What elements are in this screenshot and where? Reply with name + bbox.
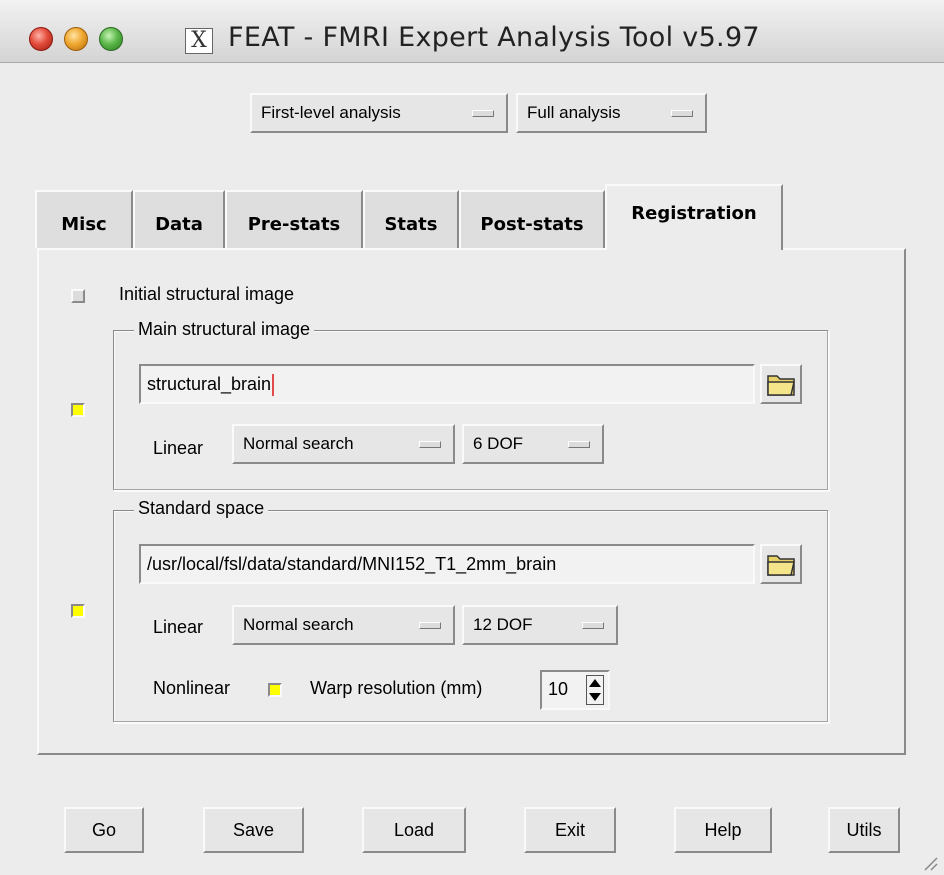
tab-misc[interactable]: Misc — [35, 190, 133, 248]
tab-stats[interactable]: Stats — [363, 190, 459, 248]
warp-resolution-value: 10 — [548, 679, 569, 699]
option-menu-indicator-icon — [582, 622, 604, 629]
initial-structural-label: Initial structural image — [119, 284, 295, 304]
tab-label: Pre-stats — [247, 214, 341, 235]
analysis-type-value: Full analysis — [527, 103, 621, 122]
window-title: FEAT - FMRI Expert Analysis Tool v5.97 — [228, 22, 760, 53]
tab-registration[interactable]: Registration — [605, 184, 783, 250]
tab-data[interactable]: Data — [133, 190, 225, 248]
help-button[interactable]: Help — [674, 807, 772, 853]
zoom-window-button[interactable] — [99, 27, 123, 51]
nonlinear-checkbox[interactable] — [268, 683, 282, 697]
standard-space-checkbox[interactable] — [71, 604, 85, 618]
load-button[interactable]: Load — [362, 807, 466, 853]
tab-label: Post-stats — [480, 214, 584, 235]
analysis-level-menu[interactable]: First-level analysis — [250, 93, 508, 133]
analysis-level-value: First-level analysis — [261, 103, 401, 122]
tab-post-stats[interactable]: Post-stats — [459, 190, 605, 248]
resize-grip-icon[interactable] — [920, 853, 938, 871]
nonlinear-label: Nonlinear — [153, 678, 231, 698]
tab-label: Data — [155, 214, 203, 235]
go-button[interactable]: Go — [64, 807, 144, 853]
standard-space-path-input[interactable]: /usr/local/fsl/data/standard/MNI152_T1_2… — [139, 544, 755, 584]
option-menu-indicator-icon — [568, 441, 590, 448]
standard-space-path-value: /usr/local/fsl/data/standard/MNI152_T1_2… — [147, 554, 557, 574]
initial-structural-checkbox[interactable] — [71, 289, 85, 303]
warp-resolution-spinbox[interactable]: 10 — [540, 670, 610, 710]
standard-dof-menu[interactable]: 12 DOF — [462, 605, 618, 645]
close-window-button[interactable] — [29, 27, 53, 51]
standard-search-menu[interactable]: Normal search — [232, 605, 455, 645]
main-structural-path-input[interactable]: structural_brain — [139, 364, 755, 404]
tab-label: Registration — [631, 203, 757, 224]
main-dof-menu[interactable]: 6 DOF — [462, 424, 604, 464]
tab-label: Stats — [384, 214, 438, 235]
option-menu-indicator-icon — [419, 441, 441, 448]
standard-linear-label: Linear — [153, 617, 204, 637]
standard-space-browse-button[interactable] — [760, 544, 802, 584]
main-structural-checkbox[interactable] — [71, 403, 85, 417]
utils-button[interactable]: Utils — [828, 807, 900, 853]
standard-space-title: Standard space — [134, 498, 269, 519]
main-linear-label: Linear — [153, 438, 204, 458]
main-dof-value: 6 DOF — [473, 434, 524, 453]
folder-icon — [767, 555, 795, 576]
main-structural-path-value: structural_brain — [147, 374, 272, 394]
option-menu-indicator-icon — [671, 110, 693, 117]
minimize-window-button[interactable] — [64, 27, 88, 51]
main-structural-title: Main structural image — [134, 319, 315, 340]
standard-dof-value: 12 DOF — [473, 615, 533, 634]
warp-resolution-label: Warp resolution (mm) — [310, 678, 483, 698]
main-structural-frame — [113, 330, 829, 491]
standard-search-value: Normal search — [243, 615, 354, 634]
option-menu-indicator-icon — [419, 622, 441, 629]
save-button[interactable]: Save — [203, 807, 304, 853]
tab-pre-stats[interactable]: Pre-stats — [225, 190, 363, 248]
tab-label: Misc — [61, 214, 107, 235]
analysis-type-menu[interactable]: Full analysis — [516, 93, 707, 133]
option-menu-indicator-icon — [472, 110, 494, 117]
spin-arrows-icon[interactable] — [586, 675, 604, 705]
exit-button[interactable]: Exit — [524, 807, 616, 853]
main-search-menu[interactable]: Normal search — [232, 424, 455, 464]
main-structural-browse-button[interactable] — [760, 364, 802, 404]
x11-app-icon: X — [185, 28, 213, 54]
main-search-value: Normal search — [243, 434, 354, 453]
folder-icon — [767, 375, 795, 396]
text-cursor — [272, 374, 275, 397]
